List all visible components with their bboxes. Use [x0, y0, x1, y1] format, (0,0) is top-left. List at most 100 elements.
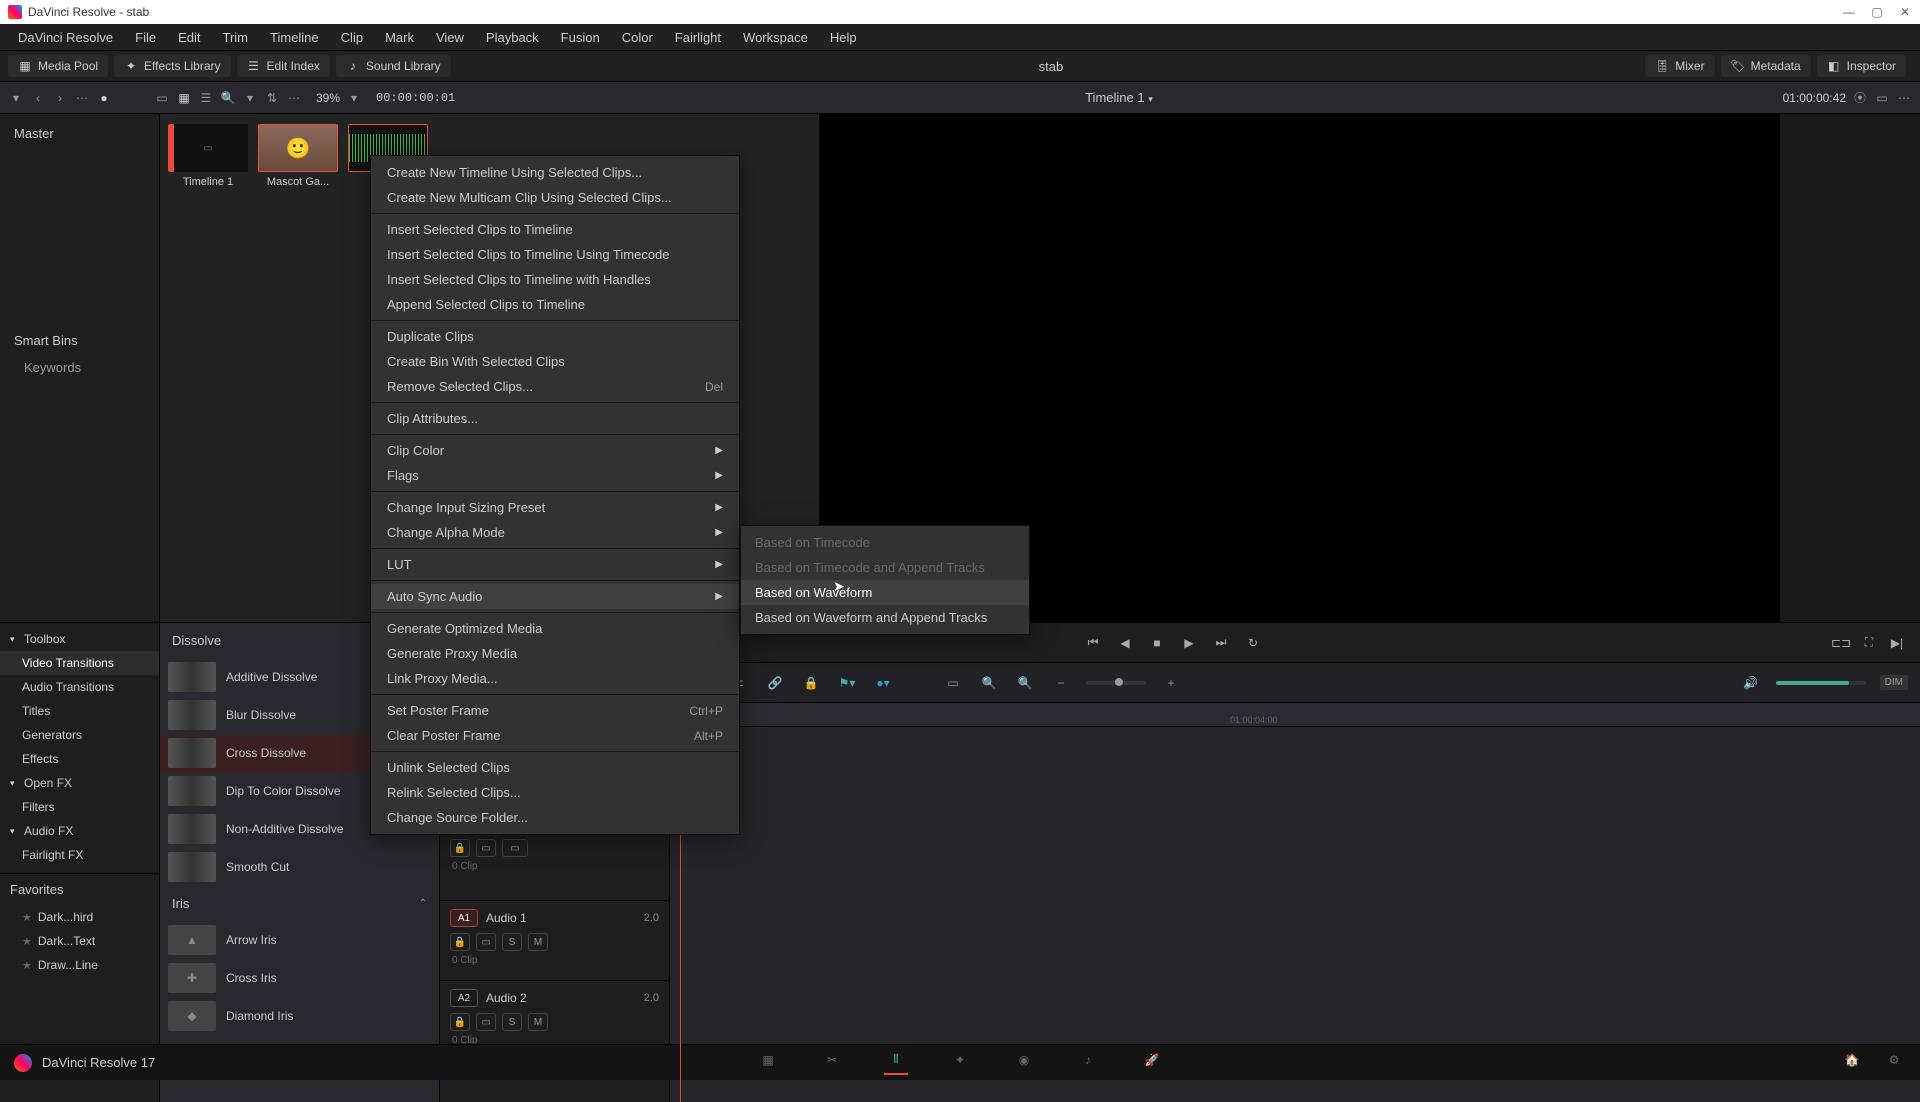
titles-category[interactable]: Titles: [0, 699, 159, 723]
menu-fairlight[interactable]: Fairlight: [665, 26, 731, 49]
audio-transitions-category[interactable]: Audio Transitions: [0, 675, 159, 699]
timeline-name-label[interactable]: Timeline 1 ▾: [463, 90, 1774, 105]
color-page-icon[interactable]: ◉: [1012, 1051, 1036, 1075]
clip-thumb-timeline[interactable]: ▭ Timeline 1: [168, 124, 248, 188]
menu-fusion[interactable]: Fusion: [551, 26, 610, 49]
nav-back-icon[interactable]: ‹: [30, 90, 46, 106]
menu-help[interactable]: Help: [820, 26, 867, 49]
menu-file[interactable]: File: [125, 26, 166, 49]
volume-icon[interactable]: 🔊: [1740, 672, 1762, 694]
edit-index-toggle[interactable]: ☰Edit Index: [237, 55, 330, 77]
single-viewer-icon[interactable]: ▭: [1874, 90, 1890, 106]
media-page-icon[interactable]: ▦: [756, 1051, 780, 1075]
go-start-button[interactable]: ⏮: [1084, 634, 1102, 652]
window-minimize[interactable]: —: [1842, 5, 1856, 19]
fx-arrow-iris[interactable]: ▲Arrow Iris: [160, 921, 439, 959]
menu-trim[interactable]: Trim: [213, 26, 259, 49]
flag-dropdown[interactable]: ⚑▾: [836, 672, 858, 694]
context-menu-item[interactable]: Insert Selected Clips to Timeline: [371, 217, 739, 242]
toolbox-category[interactable]: ▾Toolbox: [0, 627, 159, 651]
mute-button[interactable]: M: [528, 933, 548, 951]
fairlight-page-icon[interactable]: ♪: [1076, 1051, 1100, 1075]
clip-thumb-video[interactable]: 🙂 Mascot Ga...: [258, 124, 338, 188]
track-enable-icon[interactable]: ▭: [476, 933, 496, 951]
track-lock-icon[interactable]: 🔒: [450, 839, 470, 857]
search-icon[interactable]: 🔍: [220, 90, 236, 106]
mixer-toggle[interactable]: 🎚Mixer: [1645, 55, 1714, 77]
context-menu-item[interactable]: Append Selected Clips to Timeline: [371, 292, 739, 317]
context-menu-item[interactable]: Relink Selected Clips...: [371, 780, 739, 805]
zoom-out[interactable]: −: [1050, 672, 1072, 694]
menu-timeline[interactable]: Timeline: [260, 26, 329, 49]
zoom-percentage[interactable]: 39%: [316, 91, 340, 105]
menu-view[interactable]: View: [426, 26, 474, 49]
menu-workspace[interactable]: Workspace: [733, 26, 818, 49]
context-menu-item[interactable]: Unlink Selected Clips: [371, 755, 739, 780]
context-menu-item[interactable]: Clear Poster FrameAlt+P: [371, 723, 739, 748]
sound-library-toggle[interactable]: ♪Sound Library: [336, 55, 451, 77]
view-filmstrip-icon[interactable]: ▭: [154, 90, 170, 106]
track-enable-icon[interactable]: ▭: [476, 839, 496, 857]
zoom-fit[interactable]: 🔍: [1014, 672, 1036, 694]
effects-category[interactable]: Effects: [0, 747, 159, 771]
next-edit-icon[interactable]: ▶|: [1888, 634, 1906, 652]
solo-button[interactable]: S: [502, 1013, 522, 1031]
link-toggle[interactable]: 🔗: [764, 672, 786, 694]
favorite-item[interactable]: ★Draw...Line: [0, 953, 159, 977]
match-frame-icon[interactable]: ⊏⊐: [1832, 634, 1850, 652]
more2-icon[interactable]: ⋯: [286, 90, 302, 106]
dim-button[interactable]: DIM: [1880, 675, 1908, 690]
mute-button[interactable]: M: [528, 1013, 548, 1031]
context-menu-item[interactable]: Change Alpha Mode▶: [371, 520, 739, 545]
a1-tag[interactable]: A1: [450, 909, 478, 927]
context-menu-item[interactable]: Generate Optimized Media: [371, 616, 739, 641]
window-maximize[interactable]: ▢: [1870, 5, 1884, 19]
track-thumb-icon[interactable]: ▭: [502, 839, 528, 857]
zoom-drop-icon[interactable]: ▾: [346, 90, 362, 106]
track-lock-icon[interactable]: 🔒: [450, 1013, 470, 1031]
timeline-tracks-area[interactable]: 01:00:04:00: [670, 703, 1920, 1102]
edit-page-icon[interactable]: ⫴: [884, 1051, 908, 1075]
master-bin[interactable]: Master: [0, 120, 159, 147]
fullscreen-icon[interactable]: ⛶: [1860, 634, 1878, 652]
metadata-toggle[interactable]: 🏷Metadata: [1721, 55, 1811, 77]
context-menu-item[interactable]: Change Input Sizing Preset▶: [371, 495, 739, 520]
loop-button[interactable]: ↻: [1244, 634, 1262, 652]
filters-category[interactable]: Filters: [0, 795, 159, 819]
effects-library-toggle[interactable]: ✦Effects Library: [114, 55, 230, 77]
context-menu-item[interactable]: Remove Selected Clips...Del: [371, 374, 739, 399]
view-options[interactable]: ▭: [942, 672, 964, 694]
chevron-down-icon[interactable]: ▾: [242, 90, 258, 106]
context-menu-item[interactable]: Insert Selected Clips to Timeline Using …: [371, 242, 739, 267]
zoom-in[interactable]: +: [1160, 672, 1182, 694]
marker-dropdown[interactable]: ●▾: [872, 672, 894, 694]
context-menu-item[interactable]: Clip Color▶: [371, 438, 739, 463]
volume-slider[interactable]: [1776, 681, 1866, 685]
settings-icon[interactable]: ⚙: [1882, 1051, 1906, 1075]
go-end-button[interactable]: ⏭: [1212, 634, 1230, 652]
video-transitions-category[interactable]: Video Transitions: [0, 651, 159, 675]
context-menu-item[interactable]: Link Proxy Media...: [371, 666, 739, 691]
context-menu-item[interactable]: Create New Timeline Using Selected Clips…: [371, 160, 739, 185]
context-menu-item[interactable]: Change Source Folder...: [371, 805, 739, 830]
generators-category[interactable]: Generators: [0, 723, 159, 747]
context-menu-item[interactable]: Create Bin With Selected Clips: [371, 349, 739, 374]
track-enable-icon[interactable]: ▭: [476, 1013, 496, 1031]
context-menu-item[interactable]: Flags▶: [371, 463, 739, 488]
iris-header[interactable]: Iris⌃: [160, 886, 439, 921]
submenu-item[interactable]: Based on Waveform: [741, 580, 1029, 605]
menu-clip[interactable]: Clip: [331, 26, 373, 49]
openfx-category[interactable]: ▾Open FX: [0, 771, 159, 795]
view-grid-icon[interactable]: ▦: [176, 90, 192, 106]
smart-bins-header[interactable]: Smart Bins: [0, 327, 159, 354]
fairlightfx-category[interactable]: Fairlight FX: [0, 843, 159, 867]
a2-tag[interactable]: A2: [450, 989, 478, 1007]
submenu-item[interactable]: Based on Waveform and Append Tracks: [741, 605, 1029, 630]
play-button[interactable]: ▶: [1180, 634, 1198, 652]
keywords-bin[interactable]: Keywords: [0, 354, 159, 381]
menu-edit[interactable]: Edit: [168, 26, 210, 49]
step-back-button[interactable]: ◀: [1116, 634, 1134, 652]
home-icon[interactable]: 🏠: [1840, 1051, 1864, 1075]
context-menu-item[interactable]: Set Poster FrameCtrl+P: [371, 698, 739, 723]
context-menu-item[interactable]: Create New Multicam Clip Using Selected …: [371, 185, 739, 210]
